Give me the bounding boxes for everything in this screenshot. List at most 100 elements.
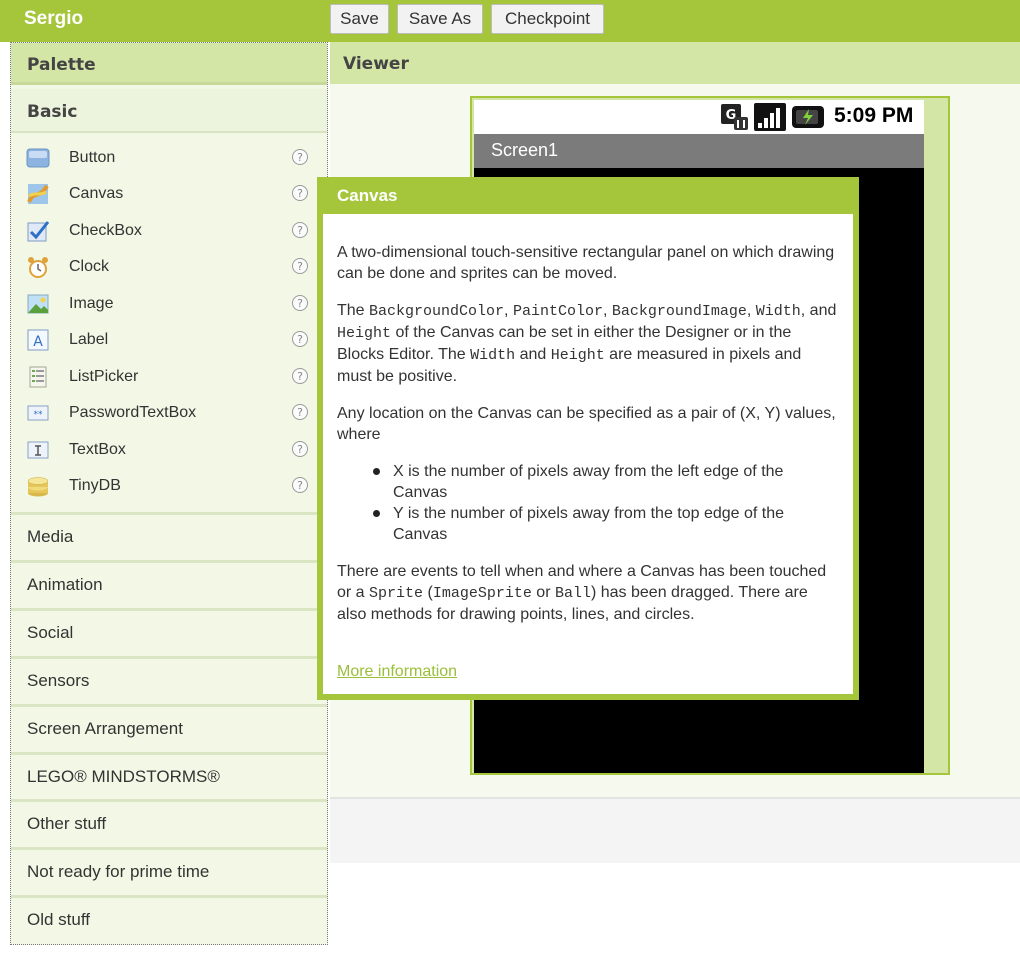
code-background-color: BackgroundColor (369, 303, 505, 320)
component-label: TinyDB (69, 477, 121, 494)
help-icon[interactable]: ? (292, 477, 308, 493)
category-label: Media (27, 527, 74, 546)
category-basic-label: Basic (27, 102, 78, 122)
popup-paragraph-1: A two-dimensional touch-sensitive rectan… (337, 244, 835, 282)
popup-paragraph-4: There are events to tell when and where … (337, 561, 837, 625)
listpicker-icon (29, 366, 47, 388)
text: , (602, 302, 612, 319)
code-ball: Ball (554, 585, 591, 602)
palette-item-tinydb[interactable]: TinyDB ? (11, 469, 327, 505)
category-social[interactable]: Social (11, 608, 327, 655)
help-icon[interactable]: ? (292, 149, 308, 165)
help-icon[interactable]: ? (292, 441, 308, 457)
help-icon[interactable]: ? (292, 331, 308, 347)
more-information-link[interactable]: More information (337, 661, 457, 682)
component-label: Button (69, 149, 116, 166)
help-icon[interactable]: ? (292, 368, 308, 384)
text: or (531, 584, 555, 601)
screen-title: Screen1 (491, 140, 559, 160)
category-sensors[interactable]: Sensors (11, 656, 327, 703)
category-lego-mindstorms[interactable]: LEGO® MINDSTORMS® (11, 752, 327, 799)
category-label: Animation (27, 575, 103, 594)
save-button[interactable]: Save (330, 4, 389, 34)
status-time: 5:09 PM (834, 104, 914, 127)
popup-paragraph-3: Any location on the Canvas can be specif… (337, 405, 836, 443)
text: ( (423, 584, 433, 601)
text: The (337, 302, 370, 319)
palette-item-passwordtextbox[interactable]: ** PasswordTextBox ? (11, 396, 327, 432)
palette-item-textbox[interactable]: TextBox ? (11, 433, 327, 469)
category-not-ready[interactable]: Not ready for prime time (11, 847, 327, 894)
canvas-icon (27, 184, 49, 204)
viewer-header: Viewer (330, 42, 1020, 84)
category-other-stuff[interactable]: Other stuff (11, 799, 327, 846)
component-label: ListPicker (69, 368, 139, 385)
battery-icon (792, 106, 824, 128)
palette-item-clock[interactable]: Clock ? (11, 250, 327, 286)
help-icon[interactable]: ? (292, 404, 308, 420)
category-old-stuff[interactable]: Old stuff (11, 895, 327, 944)
palette-title: Palette (27, 55, 96, 75)
palette-item-button[interactable]: Button ? (11, 141, 327, 177)
palette-item-checkbox[interactable]: CheckBox ? (11, 214, 327, 250)
viewer-title: Viewer (343, 54, 409, 74)
text: and (515, 346, 551, 363)
component-label: TextBox (69, 441, 126, 458)
image-icon (27, 294, 49, 314)
palette-header: Palette (11, 43, 327, 85)
label-icon: A (27, 329, 49, 351)
svg-text:**: ** (34, 410, 44, 420)
help-icon[interactable]: ? (292, 258, 308, 274)
help-icon[interactable]: ? (292, 222, 308, 238)
screen-title-bar: Screen1 (474, 134, 924, 168)
checkpoint-button[interactable]: Checkpoint (491, 4, 604, 34)
top-bar: Sergio Save Save As Checkpoint (0, 0, 1020, 42)
category-label: Not ready for prime time (27, 862, 210, 881)
clock-icon (28, 257, 48, 278)
component-label: Canvas (69, 185, 124, 202)
popup-title: Canvas (337, 186, 398, 205)
category-animation[interactable]: Animation (11, 560, 327, 607)
viewer-lower-area (330, 799, 1020, 863)
code-width: Width (755, 303, 801, 320)
category-label: Social (27, 623, 74, 642)
button-icon (26, 148, 50, 168)
list-item: X is the number of pixels away from the … (373, 461, 837, 503)
signal-icon (754, 103, 786, 131)
component-label: Label (69, 331, 109, 348)
palette-item-image[interactable]: Image ? (11, 287, 327, 323)
code-width: Width (470, 347, 516, 364)
list-item: Y is the number of pixels away from the … (373, 503, 837, 545)
category-basic[interactable]: Basic (11, 89, 327, 133)
palette-item-label[interactable]: A Label ? (11, 323, 327, 359)
help-icon[interactable]: ? (292, 295, 308, 311)
code-sprite: Sprite (369, 585, 424, 602)
category-label: Screen Arrangement (27, 719, 183, 738)
category-label: Old stuff (27, 910, 90, 929)
category-screen-arrangement[interactable]: Screen Arrangement (11, 704, 327, 751)
category-label: Other stuff (27, 814, 107, 833)
text: , (504, 302, 513, 319)
code-image-sprite: ImageSprite (432, 585, 532, 602)
svg-text:A: A (33, 334, 43, 350)
popup-content: A two-dimensional touch-sensitive rectan… (337, 242, 837, 682)
code-height: Height (550, 347, 605, 364)
palette-item-listpicker[interactable]: ListPicker ? (11, 360, 327, 396)
password-textbox-icon: ** (27, 405, 49, 421)
palette-panel: Palette Basic Button ? Canvas ? CheckBox… (10, 42, 328, 945)
project-name: Sergio (24, 8, 84, 29)
component-label: Clock (69, 258, 110, 275)
text: , (746, 302, 756, 319)
palette-item-canvas[interactable]: Canvas ? (11, 177, 327, 213)
save-as-button[interactable]: Save As (397, 4, 483, 34)
code-height: Height (337, 325, 392, 342)
popup-bullet-list: X is the number of pixels away from the … (337, 461, 837, 545)
textbox-icon (27, 441, 49, 459)
checkbox-icon (27, 221, 50, 242)
component-help-popup: Canvas A two-dimensional touch-sensitive… (317, 177, 859, 700)
help-icon[interactable]: ? (292, 185, 308, 201)
component-label: Image (69, 295, 114, 312)
component-label: PasswordTextBox (69, 404, 197, 421)
popup-body: A two-dimensional touch-sensitive rectan… (323, 214, 853, 694)
category-media[interactable]: Media (11, 512, 327, 559)
